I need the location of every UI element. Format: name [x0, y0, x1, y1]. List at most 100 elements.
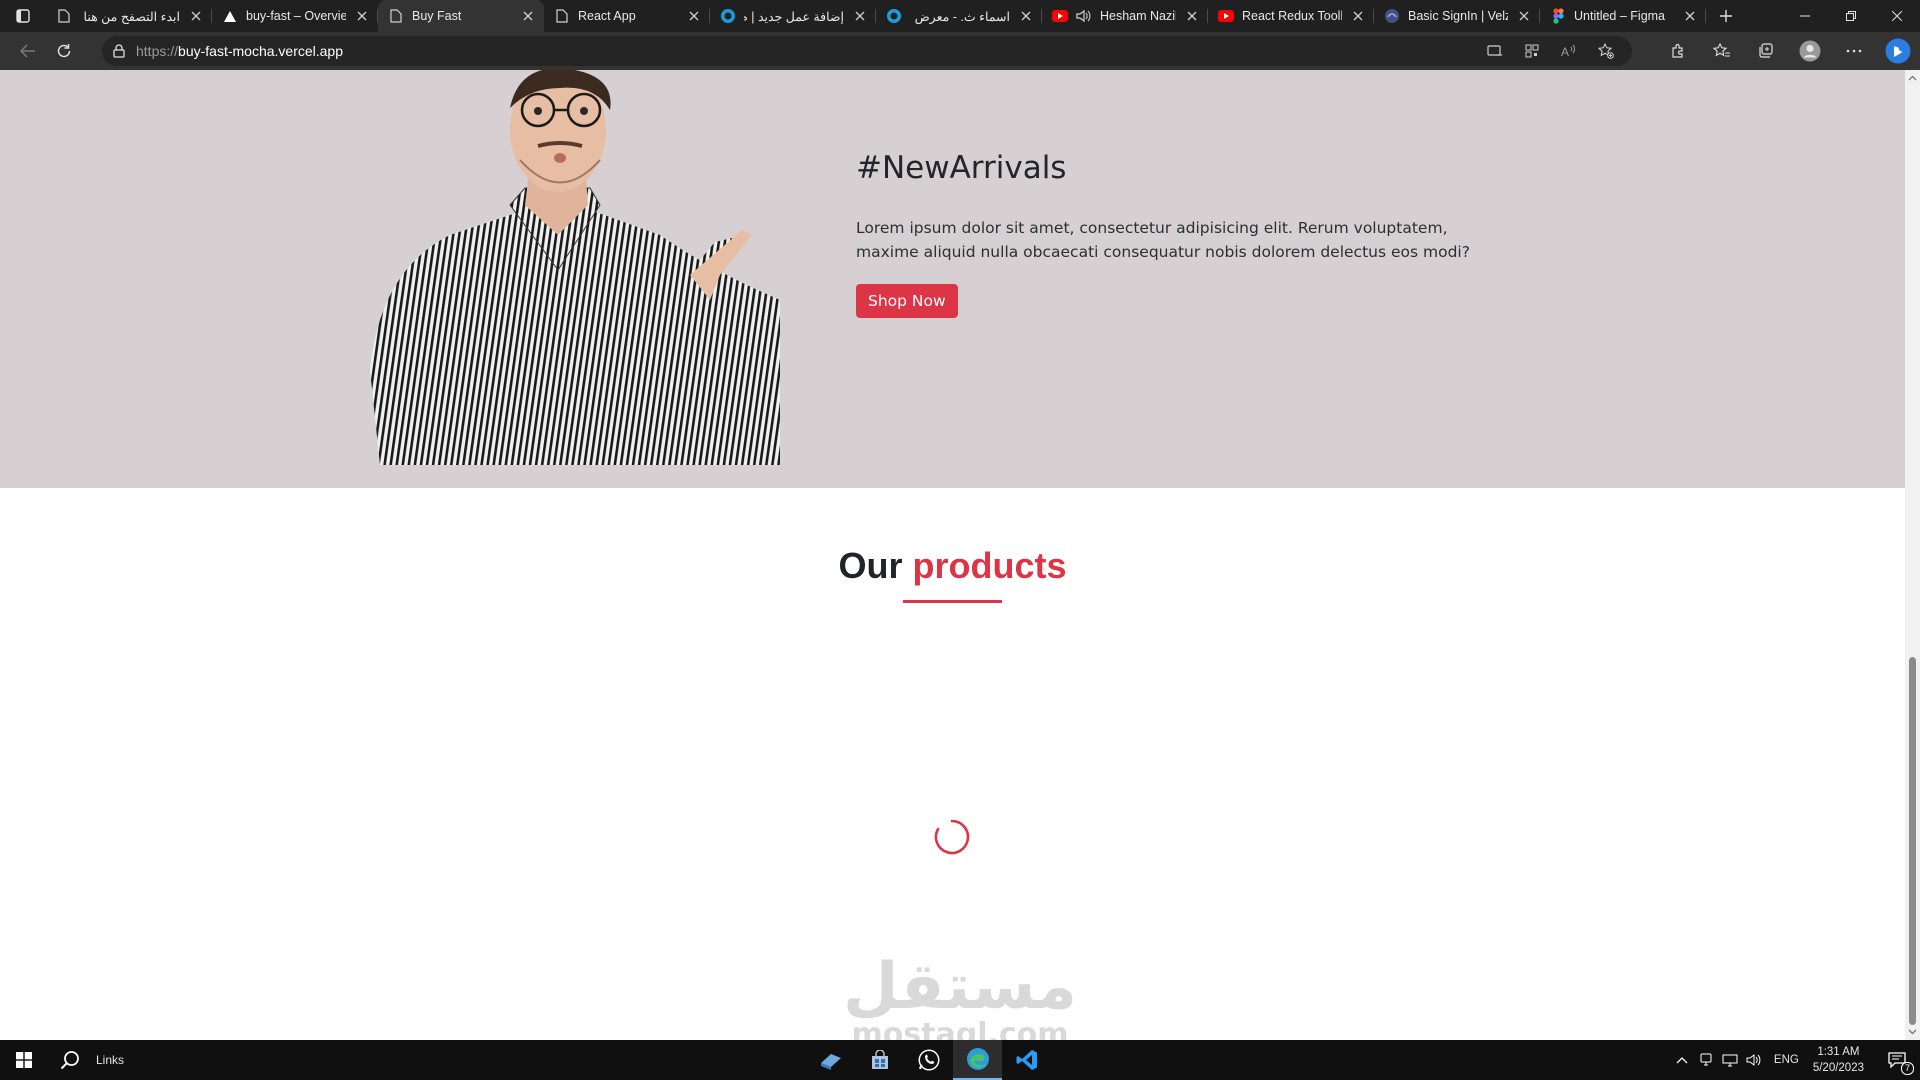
refresh-icon — [57, 44, 71, 58]
page-viewport: #NewArrivals Lorem ipsum dolor sit amet,… — [0, 70, 1905, 1040]
meet-now-camera-icon[interactable] — [1694, 1053, 1718, 1067]
tab-title: اسماء ث. - معرض ال — [910, 9, 1010, 24]
close-tab-icon[interactable] — [1516, 8, 1532, 24]
store-icon — [871, 1050, 888, 1069]
tab-hesham-nazih[interactable]: Hesham Nazih — [1042, 0, 1208, 32]
close-tab-icon[interactable] — [1682, 8, 1698, 24]
minimize-icon — [1800, 15, 1810, 17]
links-toolbar-label[interactable]: Links — [96, 1053, 124, 1067]
url-scheme: https:// — [136, 43, 179, 59]
pinned-apps — [806, 1040, 1051, 1080]
close-tab-icon[interactable] — [852, 8, 868, 24]
plus-icon — [1720, 10, 1732, 22]
speaker-icon[interactable] — [1076, 8, 1092, 24]
mostaql-icon — [720, 8, 736, 24]
tab-title: Buy Fast — [412, 9, 462, 23]
edge-button[interactable] — [953, 1040, 1002, 1080]
loading-spinner-icon — [934, 819, 970, 855]
hero-banner: #NewArrivals Lorem ipsum dolor sit amet,… — [0, 70, 1905, 488]
scrollbar-thumb[interactable] — [1909, 657, 1916, 1025]
tab-basic-signin[interactable]: Basic SignIn | Velzon — [1374, 0, 1540, 32]
vercel-icon — [222, 8, 238, 24]
youtube-icon — [1052, 8, 1068, 24]
tab-title: Untitled – Figma — [1574, 9, 1666, 23]
back-button[interactable] — [10, 35, 46, 67]
address-bar[interactable]: https://buy-fast-mocha.vercel.app A — [102, 36, 1632, 66]
bing-chat-icon[interactable] — [1876, 32, 1920, 70]
clock[interactable]: 1:31 AM 5/20/2023 — [1813, 1044, 1864, 1076]
tab-buy-fast[interactable]: Buy Fast — [378, 0, 544, 32]
tab-mostaql-portfolio[interactable]: اسماء ث. - معرض ال — [876, 0, 1042, 32]
notification-center-button[interactable]: 7 — [1874, 1040, 1920, 1080]
search-button[interactable] — [48, 1040, 92, 1080]
browser-tab-strip: ابدء التصفح من هنا buy-fast – Overview B… — [0, 0, 1920, 32]
youtube-icon — [1218, 8, 1234, 24]
windows-taskbar: Links ENG 1:31 AM 5/20/2023 7 — [0, 1040, 1920, 1080]
explorer-icon — [820, 1054, 841, 1070]
tab-actions-icon — [16, 9, 30, 23]
close-tab-icon[interactable] — [1018, 8, 1034, 24]
products-heading-plain: Our — [838, 545, 903, 586]
close-icon — [1892, 11, 1902, 21]
tab-start-browsing[interactable]: ابدء التصفح من هنا — [46, 0, 212, 32]
tab-figma[interactable]: Untitled – Figma — [1540, 0, 1706, 32]
lock-icon[interactable] — [102, 44, 136, 58]
hero-title: #NewArrivals — [856, 150, 1067, 186]
hero-text-block: #NewArrivals Lorem ipsum dolor sit amet,… — [856, 150, 1476, 318]
close-tab-icon[interactable] — [1350, 8, 1366, 24]
tab-actions-button[interactable] — [0, 0, 46, 32]
page-icon — [554, 8, 570, 24]
refresh-button[interactable] — [46, 35, 82, 67]
tab-react-redux-toolkit[interactable]: React Redux Toolkit — [1208, 0, 1374, 32]
page-icon — [56, 8, 72, 24]
close-tab-icon[interactable] — [1184, 8, 1200, 24]
close-tab-icon[interactable] — [686, 8, 702, 24]
file-explorer-button[interactable] — [806, 1040, 855, 1080]
qr-code-icon[interactable] — [1513, 44, 1550, 58]
extensions-icon[interactable] — [1656, 32, 1700, 70]
favorites-icon[interactable] — [1700, 32, 1744, 70]
more-options-icon[interactable] — [1832, 32, 1876, 70]
tab-buy-fast-overview[interactable]: buy-fast – Overview — [212, 0, 378, 32]
url-host: buy-fast-mocha.vercel.app — [178, 43, 343, 59]
network-icon[interactable] — [1718, 1053, 1742, 1067]
volume-icon[interactable] — [1742, 1053, 1766, 1067]
edge-icon — [966, 1048, 989, 1070]
mostaql-watermark-logo: مستقل mostaql.com — [843, 950, 1077, 1040]
page-icon — [388, 8, 404, 24]
close-window-button[interactable] — [1874, 0, 1920, 32]
store-button[interactable] — [855, 1040, 904, 1080]
scroll-up-arrow-icon[interactable] — [1908, 74, 1917, 83]
close-tab-icon[interactable] — [188, 8, 204, 24]
whatsapp-icon — [918, 1049, 939, 1071]
back-arrow-icon — [20, 44, 35, 58]
page-scrollbar[interactable] — [1905, 70, 1920, 1040]
collections-icon[interactable] — [1744, 32, 1788, 70]
close-tab-icon[interactable] — [520, 8, 536, 24]
svg-text:A: A — [1561, 45, 1569, 58]
start-button[interactable] — [0, 1040, 48, 1080]
add-favorite-icon[interactable] — [1587, 43, 1624, 59]
windows-logo-icon — [16, 1052, 32, 1068]
input-language[interactable]: ENG — [1774, 1054, 1799, 1066]
hero-description: Lorem ipsum dolor sit amet, consectetur … — [856, 219, 1470, 261]
profile-avatar[interactable] — [1788, 32, 1832, 70]
new-tab-button[interactable] — [1706, 0, 1746, 32]
tab-mostaql-add-work[interactable]: إضافة عمل جديد | م — [710, 0, 876, 32]
figma-icon — [1550, 8, 1566, 24]
close-tab-icon[interactable] — [354, 8, 370, 24]
scroll-down-arrow-icon[interactable] — [1908, 1027, 1917, 1036]
shop-now-button[interactable]: Shop Now — [856, 284, 958, 318]
vscode-button[interactable] — [1002, 1040, 1051, 1080]
tab-title: Basic SignIn | Velzon — [1408, 9, 1508, 23]
read-aloud-icon[interactable]: A — [1550, 44, 1587, 58]
tab-react-app[interactable]: React App — [544, 0, 710, 32]
restore-icon — [1846, 11, 1856, 21]
minimize-button[interactable] — [1782, 0, 1828, 32]
app-available-icon[interactable] — [1476, 44, 1513, 58]
show-hidden-icons-chevron-up-icon[interactable] — [1670, 1056, 1694, 1064]
whatsapp-button[interactable] — [904, 1040, 953, 1080]
restore-button[interactable] — [1828, 0, 1874, 32]
search-icon — [60, 1051, 79, 1070]
watermark-arabic: مستقل — [843, 950, 1077, 1024]
